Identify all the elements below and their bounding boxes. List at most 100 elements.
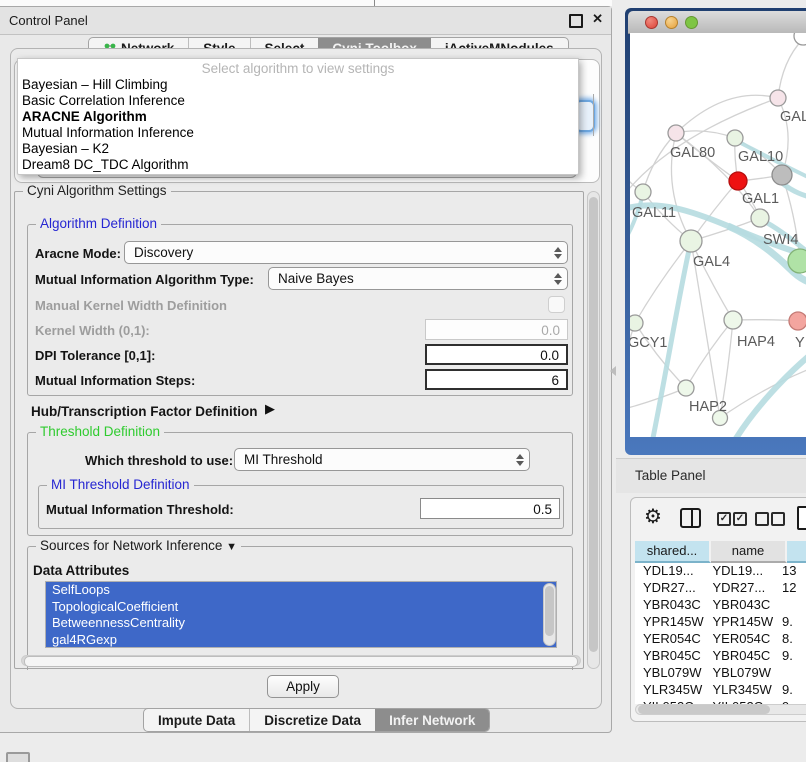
aracne-mode-combo[interactable]: Discovery	[124, 241, 568, 264]
kernel-width-input[interactable]	[425, 319, 568, 340]
table-row[interactable]: YBR043CYBR043C	[635, 597, 806, 614]
network-node-gal7[interactable]	[770, 90, 786, 106]
algorithm-option-dream8-dc-tdc-algorithm[interactable]: Dream8 DC_TDC Algorithm	[18, 157, 578, 173]
threshold-definition-legend: Threshold Definition	[36, 424, 164, 439]
settings-vscrollbar[interactable]	[587, 191, 600, 669]
mi-threshold-input[interactable]	[420, 498, 560, 519]
network-edge	[778, 39, 803, 98]
floating-panel-icon[interactable]	[6, 752, 30, 762]
column-header-name[interactable]: name	[711, 541, 787, 563]
mi-steps-input[interactable]	[425, 369, 568, 390]
table-row[interactable]: YDR27...YDR27...12	[635, 580, 806, 597]
network-node-hap2[interactable]	[678, 380, 694, 396]
algorithm-option-aracne-algorithm[interactable]: ARACNE Algorithm	[18, 109, 578, 125]
attribute-item-selfloops[interactable]: SelfLoops	[46, 582, 556, 599]
network-node-gal10[interactable]	[772, 165, 792, 185]
network-node-hap4[interactable]	[724, 311, 742, 329]
network-node-gal1-red[interactable]	[729, 172, 747, 190]
node-label-gal1: GAL1	[742, 191, 779, 207]
data-attributes-label: Data Attributes	[33, 563, 129, 578]
network-node-swi4[interactable]	[751, 209, 769, 227]
network-node-salmon[interactable]	[789, 312, 806, 330]
table-row[interactable]: YER054CYER054C8.	[635, 631, 806, 648]
tab-infer-network[interactable]: Infer Network	[375, 709, 489, 731]
close-icon[interactable]: ✕	[592, 11, 603, 27]
algorithm-option-basic-correlation-inference[interactable]: Basic Correlation Inference	[18, 93, 578, 109]
algorithm-option-bayesian-k2[interactable]: Bayesian – K2	[18, 141, 578, 157]
data-attributes-list[interactable]: SelfLoopsTopologicalCoefficientBetweenne…	[45, 581, 557, 648]
column-header-shared[interactable]: shared...	[635, 541, 711, 563]
table-hscrollbar-thumb[interactable]	[638, 705, 770, 714]
manual-kernel-checkbox[interactable]	[548, 296, 565, 313]
table-cell: YPR145W	[704, 614, 773, 631]
network-node-gal11[interactable]	[635, 184, 651, 200]
table-row[interactable]: YDL19...YDL19...13	[635, 563, 806, 580]
expand-arrow-icon[interactable]: ▶	[265, 401, 275, 417]
attribute-item-topologicalcoefficient[interactable]: TopologicalCoefficient	[46, 599, 556, 616]
settings-hscrollbar[interactable]	[21, 655, 581, 666]
table-row[interactable]: YPR145WYPR145W9.	[635, 614, 806, 631]
gear-icon[interactable]: ⚙	[644, 507, 662, 527]
new-table-icon[interactable]	[797, 506, 806, 530]
node-label-gal4: GAL4	[693, 254, 730, 270]
algorithm-list: Bayesian – Hill ClimbingBasic Correlatio…	[18, 77, 578, 173]
network-canvas[interactable]: GALGAL80GAL10GAL1GAL11SWI4GAL4GCY1HAP4YH…	[630, 33, 806, 437]
network-node-gal10-left[interactable]	[727, 130, 743, 146]
settings-hscrollbar-thumb[interactable]	[24, 656, 578, 667]
attribute-item-betweennesscentrality[interactable]: BetweennessCentrality	[46, 615, 556, 632]
table-row[interactable]: YBL079WYBL079W	[635, 665, 806, 682]
column-header-col2[interactable]	[787, 541, 806, 563]
which-threshold-combo[interactable]: MI Threshold	[234, 448, 530, 471]
bottom-tab-bar: Impute Data Discretize DataInfer Network	[143, 708, 490, 732]
node-label-hap2: HAP2	[689, 399, 727, 415]
hub-definition-label[interactable]: Hub/Transcription Factor Definition	[31, 404, 258, 419]
table-row[interactable]: YBR045CYBR045C9.	[635, 648, 806, 665]
sources-title: Sources for Network Inference	[40, 538, 222, 553]
sources-group: Sources for Network Inference ▼ Data Att…	[27, 546, 573, 670]
zoom-traffic-light[interactable]	[685, 16, 698, 29]
network-node-gal80[interactable]	[668, 125, 684, 141]
table-cell: YER054C	[635, 631, 704, 648]
split-columns-icon[interactable]	[680, 508, 701, 528]
table-panel: ⚙ ✓ ✓ shared...name YDL19...YDL19...13YD…	[630, 497, 806, 722]
network-node-gcy1[interactable]	[630, 315, 643, 331]
network-window-titlebar[interactable]	[628, 11, 806, 34]
network-node-big-green[interactable]	[788, 249, 806, 273]
network-edge	[635, 323, 686, 388]
settings-vscrollbar-thumb[interactable]	[589, 197, 598, 652]
mi-type-value: Naive Bayes	[269, 271, 549, 286]
control-panel-window: Control Panel ✕ NetworkStyleSelectCyni T…	[0, 6, 612, 733]
apply-button[interactable]: Apply	[267, 675, 339, 698]
node-label-hap4: HAP4	[737, 334, 775, 350]
table-panel-title: Table Panel	[635, 468, 706, 483]
table-hscrollbar[interactable]	[635, 704, 806, 715]
network-edge-highlighted	[732, 343, 806, 437]
table-cell	[774, 597, 806, 614]
algorithm-option-bayesian-hill-climbing[interactable]: Bayesian – Hill Climbing	[18, 77, 578, 93]
algorithm-option-mutual-information-inference[interactable]: Mutual Information Inference	[18, 125, 578, 141]
table-row[interactable]: YLR345WYLR345W9.	[635, 682, 806, 699]
threshold-definition-group: Threshold Definition Which threshold to …	[27, 432, 573, 536]
mi-algorithm-type-combo[interactable]: Naive Bayes	[268, 267, 568, 290]
network-edge	[676, 95, 778, 133]
close-traffic-light[interactable]	[645, 16, 658, 29]
attributes-scrollbar-thumb[interactable]	[545, 586, 554, 636]
tab-discretize-data[interactable]: Discretize Data	[249, 709, 375, 731]
attributes-scrollbar[interactable]	[543, 583, 556, 646]
minimize-traffic-light[interactable]	[665, 16, 678, 29]
tab-label: Impute Data	[158, 713, 235, 728]
deselect-all-checkbox-icon2[interactable]	[771, 512, 785, 526]
splitter-collapse-handle[interactable]	[610, 366, 616, 376]
select-all-checkbox-icon2[interactable]: ✓	[733, 512, 747, 526]
collapse-arrow-icon[interactable]: ▼	[226, 541, 237, 553]
dpi-tolerance-input[interactable]	[425, 344, 568, 365]
table-cell: YLR345W	[635, 682, 704, 699]
select-all-checkbox-icon[interactable]: ✓	[717, 512, 731, 526]
network-node-gal4[interactable]	[680, 230, 702, 252]
network-node-unknown-top[interactable]	[794, 33, 806, 45]
attribute-item-gal4rgexp[interactable]: gal4RGexp	[46, 632, 556, 649]
float-panel-icon[interactable]	[569, 14, 583, 28]
tab-impute-data[interactable]: Impute Data	[144, 709, 249, 731]
deselect-all-checkbox-icon[interactable]	[755, 512, 769, 526]
network-view-window: GALGAL80GAL10GAL1GAL11SWI4GAL4GCY1HAP4YH…	[625, 8, 806, 455]
